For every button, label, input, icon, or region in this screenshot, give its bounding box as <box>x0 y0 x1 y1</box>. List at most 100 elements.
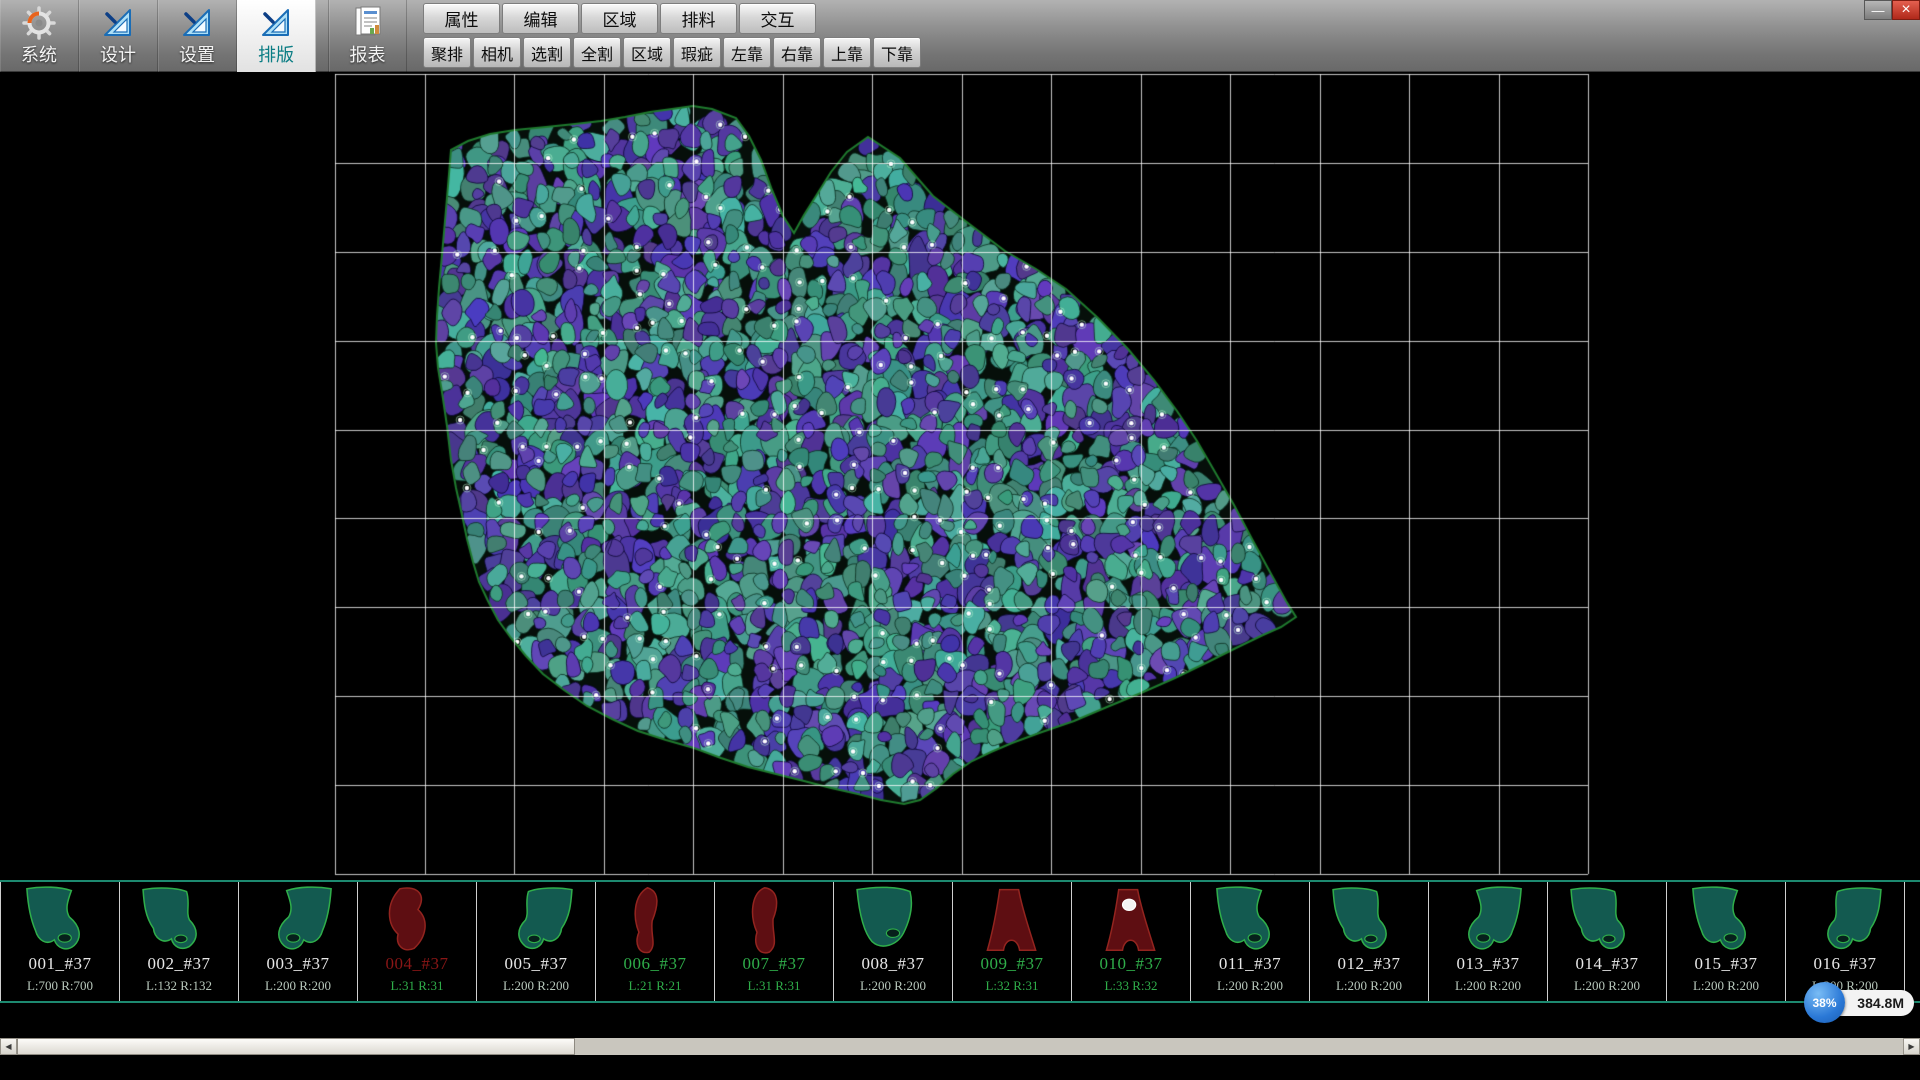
nesting-canvas[interactable] <box>0 72 1920 880</box>
horizontal-scrollbar[interactable]: ◀ ▶ <box>0 1038 1920 1055</box>
part-counts: L:31 R:31 <box>390 978 443 994</box>
part-name: 005_#37 <box>505 954 568 974</box>
part-name: 011_#37 <box>1219 954 1281 974</box>
part-shape <box>129 884 229 954</box>
part-counts: L:200 R:200 <box>1693 978 1759 994</box>
app-tabs: 系统设计 设置 排版 报表 <box>0 0 407 72</box>
part-counts: L:32 R:31 <box>985 978 1038 994</box>
part-name: 001_#37 <box>29 954 92 974</box>
gear-icon <box>21 3 57 43</box>
part-thumbnail-005_#37[interactable]: 005_#37 L:200 R:200 <box>476 882 596 1001</box>
set-square-icon <box>258 3 294 43</box>
part-counts: L:200 R:200 <box>503 978 569 994</box>
app-tab-system[interactable]: 系统 <box>0 0 79 72</box>
tool-button-snap-left[interactable]: 左靠 <box>723 37 771 68</box>
part-name: 007_#37 <box>743 954 806 974</box>
part-name: 009_#37 <box>981 954 1044 974</box>
tool-button-camera[interactable]: 相机 <box>473 37 521 68</box>
part-thumbnail-014_#37[interactable]: 014_#37L:200 R:200 <box>1547 882 1667 1001</box>
part-thumbnail-006_#37[interactable]: 006_#37 L:21 R:21 <box>595 882 715 1001</box>
part-name: 006_#37 <box>624 954 687 974</box>
tool-button-select-cut[interactable]: 选割 <box>523 37 571 68</box>
part-shape <box>1081 884 1181 954</box>
app-tab-label: 排版 <box>258 43 294 67</box>
minimize-button[interactable]: — <box>1864 0 1892 20</box>
tool-row: 聚排相机选割全割区域瑕疵左靠右靠上靠下靠 <box>423 37 921 68</box>
app-tab-report[interactable]: 报表 <box>328 0 407 72</box>
app-tab-design[interactable]: 设计 <box>79 0 158 72</box>
part-shape <box>1557 884 1657 954</box>
part-shape <box>962 884 1062 954</box>
part-counts: L:700 R:700 <box>27 978 93 994</box>
part-shape <box>1438 884 1538 954</box>
part-name: 003_#37 <box>267 954 330 974</box>
app-tab-label: 设置 <box>179 43 215 67</box>
scroll-right-button[interactable]: ▶ <box>1903 1038 1920 1055</box>
part-counts: L:200 R:200 <box>1217 978 1283 994</box>
menu-tab-properties[interactable]: 属性 <box>423 3 500 34</box>
app-tab-label: 设计 <box>100 43 136 67</box>
part-counts: L:21 R:21 <box>628 978 681 994</box>
part-counts: L:33 R:32 <box>1104 978 1157 994</box>
menu-tab-edit[interactable]: 编辑 <box>502 3 579 34</box>
tool-button-snap-down[interactable]: 下靠 <box>873 37 921 68</box>
parts-strip: 001_#37 L:700 R:700 002_#37 L:132 R:132 003_… <box>0 880 1920 1003</box>
part-thumbnail-011_#37[interactable]: 011_#37 L:200 R:200 <box>1190 882 1310 1001</box>
part-shape <box>605 884 705 954</box>
part-thumbnail-004_#37[interactable]: 004_#37 L:31 R:31 <box>357 882 477 1001</box>
tool-button-region[interactable]: 区域 <box>623 37 671 68</box>
part-thumbnail-009_#37[interactable]: 009_#37 L:32 R:31 <box>952 882 1072 1001</box>
menu-tab-row: 属性编辑区域排料交互 <box>423 3 816 34</box>
part-shape <box>367 884 467 954</box>
part-thumbnail-010_#37[interactable]: 010_#37L:33 R:32 <box>1071 882 1191 1001</box>
set-square-icon <box>179 3 215 43</box>
part-counts: L:132 R:132 <box>146 978 212 994</box>
progress-circle: 38% <box>1804 982 1845 1023</box>
close-button[interactable]: × <box>1892 0 1920 20</box>
part-thumbnail-012_#37[interactable]: 012_#37L:200 R:200 <box>1309 882 1429 1001</box>
tool-button-defect[interactable]: 瑕疵 <box>673 37 721 68</box>
ribbon: 系统设计设置排版报表 属性编辑区域排料交互 聚排相机选割全割区域瑕疵左靠右靠上靠… <box>0 0 1920 72</box>
menu-tab-interact[interactable]: 交互 <box>739 3 816 34</box>
part-shape <box>1676 884 1776 954</box>
part-thumbnail-003_#37[interactable]: 003_#37 L:200 R:200 <box>238 882 358 1001</box>
part-name: 013_#37 <box>1457 954 1520 974</box>
scroll-left-button[interactable]: ◀ <box>0 1038 17 1055</box>
tool-button-cluster-nest[interactable]: 聚排 <box>423 37 471 68</box>
part-thumbnail-008_#37[interactable]: 008_#37L:200 R:200 <box>833 882 953 1001</box>
part-counts: L:200 R:200 <box>265 978 331 994</box>
part-counts: L:200 R:200 <box>1455 978 1521 994</box>
tool-button-snap-up[interactable]: 上靠 <box>823 37 871 68</box>
part-counts: L:31 R:31 <box>747 978 800 994</box>
tool-button-snap-right[interactable]: 右靠 <box>773 37 821 68</box>
app-tab-layout[interactable]: 排版 <box>237 0 316 72</box>
part-shape <box>486 884 586 954</box>
part-shape <box>724 884 824 954</box>
part-counts: L:200 R:200 <box>860 978 926 994</box>
part-shape <box>10 884 110 954</box>
part-name: 016_#37 <box>1814 954 1877 974</box>
progress-badge: 384.8M 38% <box>1804 982 1914 1024</box>
part-thumbnail-013_#37[interactable]: 013_#37 L:200 R:200 <box>1428 882 1548 1001</box>
part-shape <box>1319 884 1419 954</box>
part-name: 004_#37 <box>386 954 449 974</box>
part-counts: L:200 R:200 <box>1574 978 1640 994</box>
window-controls: — × <box>1864 0 1920 20</box>
tool-button-cut-all[interactable]: 全割 <box>573 37 621 68</box>
part-name: 015_#37 <box>1695 954 1758 974</box>
menu-tab-region[interactable]: 区域 <box>581 3 658 34</box>
part-name: 002_#37 <box>148 954 211 974</box>
menu-tab-nesting[interactable]: 排料 <box>660 3 737 34</box>
workspace[interactable] <box>0 72 1920 880</box>
part-shape <box>843 884 943 954</box>
part-thumbnail-015_#37[interactable]: 015_#37 L:200 R:200 <box>1666 882 1786 1001</box>
part-thumbnail-007_#37[interactable]: 007_#37 L:31 R:31 <box>714 882 834 1001</box>
app-tab-label: 报表 <box>350 43 386 67</box>
part-shape <box>1200 884 1300 954</box>
part-thumbnail-001_#37[interactable]: 001_#37 L:700 R:700 <box>0 882 120 1001</box>
part-shape <box>1795 884 1895 954</box>
part-name: 012_#37 <box>1338 954 1401 974</box>
app-tab-settings[interactable]: 设置 <box>158 0 237 72</box>
part-thumbnail-002_#37[interactable]: 002_#37 L:132 R:132 <box>119 882 239 1001</box>
scrollbar-thumb[interactable] <box>17 1038 575 1055</box>
